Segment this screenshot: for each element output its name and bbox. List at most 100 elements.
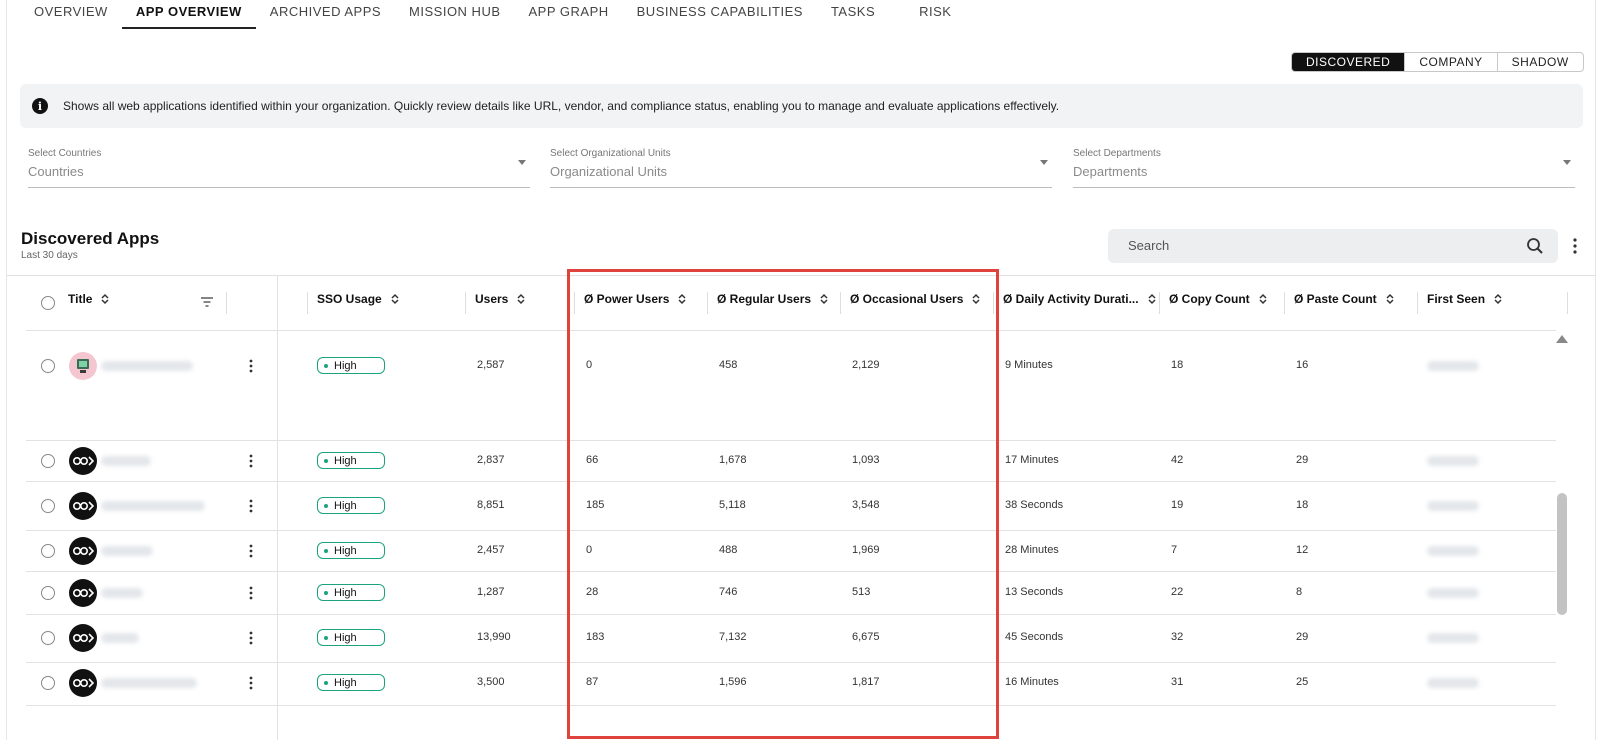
column-separator [1567, 292, 1568, 314]
tab-archived-apps[interactable]: ARCHIVED APPS [256, 0, 395, 29]
row-select-radio[interactable] [41, 631, 55, 645]
column-header-sso[interactable]: SSO Usage [317, 288, 401, 310]
top-nav: OVERVIEW APP OVERVIEW ARCHIVED APPS MISS… [20, 0, 965, 30]
sort-icon[interactable] [970, 293, 982, 305]
departments-select[interactable]: Select Departments Departments [1073, 146, 1575, 188]
cell-copy-count: 7 [1171, 544, 1178, 556]
row-select-radio[interactable] [41, 499, 55, 513]
cell-copy-count: 22 [1171, 586, 1184, 598]
app-name-redacted [101, 501, 205, 511]
column-separator [226, 292, 227, 314]
sort-icon[interactable] [1492, 293, 1504, 305]
sort-icon[interactable] [99, 293, 111, 305]
row-more-options-icon[interactable] [249, 359, 253, 373]
cell-power-users: 0 [586, 544, 593, 556]
row-divider [26, 705, 1556, 706]
column-sso-label: SSO Usage [317, 292, 382, 306]
row-more-options-icon[interactable] [249, 631, 253, 645]
row-select-radio[interactable] [41, 359, 55, 373]
column-header-first-seen[interactable]: First Seen [1427, 288, 1504, 310]
filter-icon[interactable] [201, 297, 213, 307]
sso-usage-label: High [334, 544, 357, 557]
cell-daily-activity: 16 Minutes [1005, 676, 1059, 688]
more-options-icon[interactable] [1573, 238, 1577, 254]
column-header-copy-count[interactable]: Ø Copy Count [1169, 288, 1269, 310]
toggle-discovered[interactable]: DISCOVERED [1292, 53, 1405, 71]
app-name-redacted [101, 678, 197, 688]
column-header-title[interactable]: Title [68, 288, 111, 310]
row-divider [26, 440, 1556, 441]
cell-regular-users: 7,132 [719, 631, 747, 643]
cell-occasional-users: 513 [852, 586, 871, 598]
scroll-up-icon[interactable] [1556, 335, 1568, 343]
sso-usage-label: High [334, 586, 357, 599]
app-logo-icon [69, 492, 97, 520]
countries-label: Select Countries [28, 148, 102, 159]
cell-paste-count: 12 [1296, 544, 1309, 556]
sort-icon[interactable] [515, 293, 527, 305]
column-first-seen-label: First Seen [1427, 292, 1486, 306]
sort-icon[interactable] [676, 293, 688, 305]
sort-icon[interactable] [1146, 293, 1158, 305]
sort-icon[interactable] [818, 293, 830, 305]
org-units-label: Select Organizational Units [550, 148, 671, 159]
cell-users: 13,990 [477, 631, 511, 643]
cell-paste-count: 29 [1296, 454, 1309, 466]
row-more-options-icon[interactable] [249, 544, 253, 558]
cell-copy-count: 42 [1171, 454, 1184, 466]
sso-usage-badge: High [317, 357, 385, 374]
sso-usage-label: High [334, 631, 357, 644]
column-header-daily-activity[interactable]: Ø Daily Activity Durati... [1003, 288, 1158, 310]
search-placeholder: Search [1128, 238, 1170, 253]
first-seen-redacted [1427, 546, 1479, 556]
sort-icon[interactable] [389, 293, 401, 305]
column-header-regular-users[interactable]: Ø Regular Users [717, 288, 830, 310]
first-seen-redacted [1427, 361, 1479, 371]
toggle-shadow[interactable]: SHADOW [1496, 53, 1583, 71]
toggle-company[interactable]: COMPANY [1404, 53, 1496, 71]
column-header-users[interactable]: Users [475, 288, 527, 310]
cell-regular-users: 5,118 [719, 499, 746, 511]
org-units-select[interactable]: Select Organizational Units Organization… [550, 146, 1052, 188]
sso-usage-badge: High [317, 674, 385, 691]
column-separator [707, 292, 708, 314]
row-select-radio[interactable] [41, 544, 55, 558]
cell-power-users: 87 [586, 676, 599, 688]
column-daily-label: Ø Daily Activity Durati... [1003, 292, 1139, 306]
row-more-options-icon[interactable] [249, 676, 253, 690]
sort-icon[interactable] [1384, 293, 1396, 305]
column-header-power-users[interactable]: Ø Power Users [584, 288, 688, 310]
row-more-options-icon[interactable] [249, 586, 253, 600]
tab-risk[interactable]: RISK [905, 0, 965, 29]
app-logo-icon [69, 624, 97, 652]
column-header-paste-count[interactable]: Ø Paste Count [1294, 288, 1396, 310]
status-dot-icon [324, 548, 328, 553]
countries-select[interactable]: Select Countries Countries [28, 146, 530, 188]
search-icon[interactable] [1526, 237, 1544, 255]
tab-overview[interactable]: OVERVIEW [20, 0, 122, 29]
row-more-options-icon[interactable] [249, 454, 253, 468]
tab-app-overview[interactable]: APP OVERVIEW [121, 0, 256, 29]
first-seen-redacted [1427, 501, 1479, 511]
sort-icon[interactable] [1257, 293, 1269, 305]
tab-tasks[interactable]: TASKS [817, 0, 905, 29]
row-select-radio[interactable] [41, 454, 55, 468]
cell-occasional-users: 1,817 [852, 676, 880, 688]
search-input[interactable]: Search [1108, 229, 1558, 263]
scrollbar-thumb[interactable] [1557, 493, 1567, 615]
row-more-options-icon[interactable] [249, 499, 253, 513]
cell-regular-users: 746 [719, 586, 738, 598]
row-select-radio[interactable] [41, 676, 55, 690]
tab-app-graph[interactable]: APP GRAPH [515, 0, 623, 29]
status-dot-icon [324, 680, 328, 685]
tab-mission-hub[interactable]: MISSION HUB [395, 0, 514, 29]
cell-occasional-users: 6,675 [852, 631, 880, 643]
row-select-radio[interactable] [41, 586, 55, 600]
tab-business-capabilities[interactable]: BUSINESS CAPABILITIES [623, 0, 817, 29]
column-header-occasional-users[interactable]: Ø Occasional Users [850, 288, 982, 310]
cell-daily-activity: 17 Minutes [1005, 454, 1059, 466]
first-seen-redacted [1427, 678, 1479, 688]
section-title: Discovered Apps [21, 229, 160, 248]
select-all-checkbox[interactable] [41, 296, 55, 310]
info-banner: i Shows all web applications identified … [20, 84, 1583, 128]
